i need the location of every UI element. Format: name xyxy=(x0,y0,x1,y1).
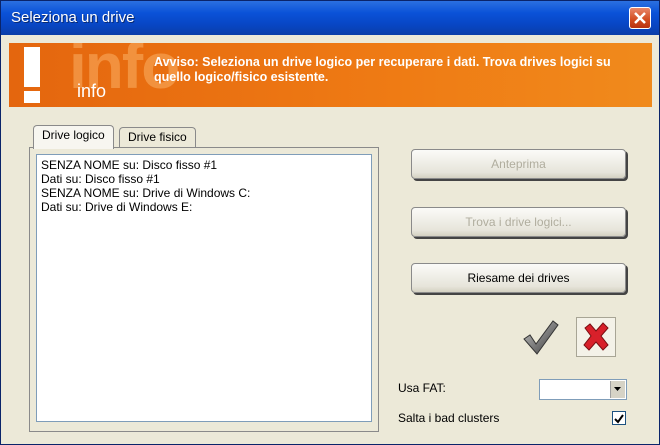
check-icon xyxy=(614,414,624,424)
dialog-window: Seleziona un drive info info Avviso: Sel… xyxy=(0,0,660,445)
red-x-icon xyxy=(583,322,609,351)
skip-bad-clusters-label: Salta i bad clusters xyxy=(398,411,500,425)
list-item[interactable]: Dati su: Drive di Windows E: xyxy=(41,200,367,214)
cancel-button[interactable] xyxy=(576,317,616,357)
use-fat-label: Usa FAT: xyxy=(398,381,446,395)
skip-bad-clusters-checkbox[interactable] xyxy=(612,411,626,425)
list-item[interactable]: Dati su: Disco fisso #1 xyxy=(41,172,367,186)
list-item[interactable]: SENZA NOME su: Disco fisso #1 xyxy=(41,158,367,172)
close-icon xyxy=(634,12,646,24)
window-title: Seleziona un drive xyxy=(11,9,135,26)
exclamation-icon xyxy=(15,47,49,103)
find-logical-drives-button[interactable]: Trova i drive logici... xyxy=(411,207,626,237)
preview-button[interactable]: Anteprima xyxy=(411,149,626,179)
rescan-drives-button[interactable]: Riesame dei drives xyxy=(411,263,626,293)
fat-select[interactable] xyxy=(539,379,627,400)
title-bar[interactable]: Seleziona un drive xyxy=(1,1,659,35)
tab-drive-logico[interactable]: Drive logico xyxy=(33,125,114,149)
info-banner: info info Avviso: Seleziona un drive log… xyxy=(9,43,652,107)
drive-list[interactable]: SENZA NOME su: Disco fisso #1 Dati su: D… xyxy=(36,154,372,422)
warning-message: Avviso: Seleziona un drive logico per re… xyxy=(154,55,611,84)
chevron-down-icon[interactable] xyxy=(610,381,625,398)
info-label: info xyxy=(77,81,107,101)
checkmark-icon[interactable] xyxy=(520,317,560,357)
list-item[interactable]: SENZA NOME su: Drive di Windows C: xyxy=(41,186,367,200)
close-button[interactable] xyxy=(629,7,651,29)
tab-panel: SENZA NOME su: Disco fisso #1 Dati su: D… xyxy=(29,147,379,432)
tab-drive-fisico[interactable]: Drive fisico xyxy=(119,127,196,147)
